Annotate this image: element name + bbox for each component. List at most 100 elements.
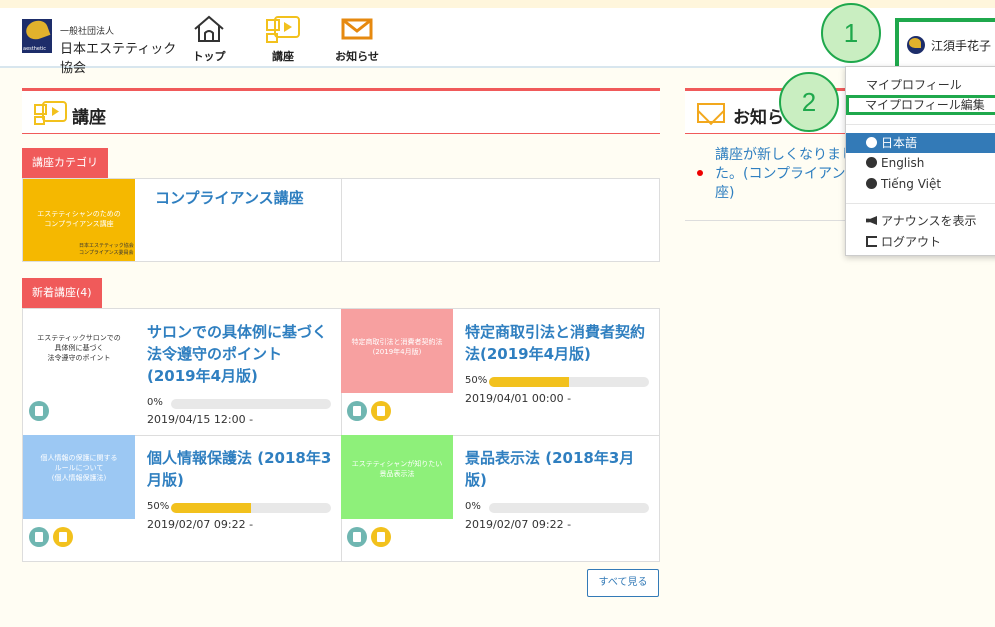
course-date: 2019/02/07 09:22 - xyxy=(465,518,572,531)
course-title-link[interactable]: 景品表示法 (2018年3月版) xyxy=(465,447,651,491)
progress-fill xyxy=(171,503,251,513)
course-thumbnail[interactable]: 個人情報の保護に関する ルールについて (個人情報保護法) xyxy=(23,435,135,519)
courses-panel: 講座 講座カテゴリ エステティシャンのための コンプライアンス講座 日本エステテ… xyxy=(22,88,660,608)
camera-icon xyxy=(347,401,367,421)
menu-item-edit-profile[interactable]: マイプロフィール編集 xyxy=(846,95,995,115)
home-icon xyxy=(194,15,224,42)
menu-item-lang-ja[interactable]: 日本語 xyxy=(846,133,995,153)
mail-icon xyxy=(341,18,373,40)
nav-news[interactable]: お知らせ xyxy=(327,14,387,68)
see-all-button[interactable]: すべて見る xyxy=(587,569,659,597)
progress-label: 0% xyxy=(465,501,481,512)
course-icon xyxy=(266,16,300,43)
nav-top-label: トップ xyxy=(192,50,226,63)
camera-icon xyxy=(29,527,49,547)
logo-subtitle: 一般社団法人 xyxy=(60,27,115,37)
progress-label: 50% xyxy=(147,501,170,512)
category-thumbnail[interactable]: エステティシャンのための コンプライアンス講座 日本エステティック協会 コンプラ… xyxy=(23,179,135,261)
callout-step-2: 2 xyxy=(779,72,839,132)
camera-icon xyxy=(29,401,49,421)
grid-divider xyxy=(341,179,342,261)
progress-fill xyxy=(489,377,569,387)
courses-header: 講座 xyxy=(22,88,660,134)
user-dropdown-menu: マイプロフィール マイプロフィール編集 日本語 English Tiếng Vi… xyxy=(845,66,995,256)
site-logo[interactable]: aesthetic 一般社団法人 日本エステティック協会 xyxy=(22,16,182,76)
progress-bar xyxy=(171,399,331,409)
menu-divider xyxy=(846,203,995,204)
menu-item-logout[interactable]: ログアウト xyxy=(846,232,995,252)
user-name: 江須手花子 xyxy=(931,39,992,53)
progress-bar xyxy=(489,503,649,513)
menu-item-label: Tiếng Việt xyxy=(881,177,942,191)
menu-item-label: English xyxy=(881,156,925,170)
courses-title: 講座 xyxy=(72,108,106,128)
category-thumb-line2: コンプライアンス講座 xyxy=(44,220,114,228)
category-tag: 講座カテゴリ xyxy=(22,148,108,178)
menu-item-label: マイプロフィール xyxy=(866,78,962,92)
nav-top[interactable]: トップ xyxy=(179,14,239,68)
document-icon xyxy=(53,527,73,547)
avatar xyxy=(907,36,925,54)
course-card: エステティシャンが知りたい 景品表示法 景品表示法 (2018年3月版) 0% … xyxy=(341,435,659,561)
thumb-line: 個人情報の保護に関する xyxy=(40,454,118,462)
callout-step-1: 1 xyxy=(821,3,881,63)
logo-mark-text: aesthetic xyxy=(23,46,47,52)
progress-label: 0% xyxy=(147,397,163,408)
news-divider xyxy=(685,220,845,221)
butterfly-logo-icon: aesthetic xyxy=(22,19,52,53)
progress-label: 50% xyxy=(465,375,488,386)
logout-icon xyxy=(866,236,877,247)
menu-item-lang-vi[interactable]: Tiếng Việt xyxy=(846,174,995,194)
course-title-link[interactable]: 個人情報保護法 (2018年3月版) xyxy=(147,447,333,491)
thumb-line: エステティックサロンでの xyxy=(37,334,121,342)
menu-item-label: アナウンスを表示 xyxy=(881,214,977,228)
menu-item-announcements[interactable]: アナウンスを表示 xyxy=(846,211,995,231)
globe-icon xyxy=(866,137,877,148)
thumb-line: 具体例に基づく xyxy=(54,344,104,352)
menu-item-lang-en[interactable]: English xyxy=(846,153,995,173)
thumb-line: 法令遵守のポイント xyxy=(47,354,111,362)
category-grid: エステティシャンのための コンプライアンス講座 日本エステティック協会 コンプラ… xyxy=(22,178,660,262)
nav-courses[interactable]: 講座 xyxy=(253,14,313,68)
mail-icon xyxy=(697,103,725,123)
course-title-link[interactable]: 特定商取引法と消費者契約法(2019年4月版) xyxy=(465,321,651,365)
nav-news-label: お知らせ xyxy=(335,50,379,63)
document-icon xyxy=(371,527,391,547)
thumb-line: (2019年4月版) xyxy=(372,348,422,356)
category-title-link[interactable]: コンプライアンス講座 xyxy=(155,187,304,208)
course-card: 個人情報の保護に関する ルールについて (個人情報保護法) 個人情報保護法 (2… xyxy=(23,435,341,561)
progress-row: 0% xyxy=(147,397,331,409)
course-thumbnail[interactable]: エステティシャンが知りたい 景品表示法 xyxy=(341,435,453,519)
menu-item-label: 日本語 xyxy=(881,136,918,150)
course-card: エステティックサロンでの 具体例に基づく 法令遵守のポイント サロンでの具体例に… xyxy=(23,309,341,435)
course-date: 2019/04/15 12:00 - xyxy=(147,413,254,426)
thumb-line: (個人情報保護法) xyxy=(51,474,107,482)
course-title-link[interactable]: サロンでの具体例に基づく法令遵守のポイント (2019年4月版) xyxy=(147,321,333,387)
menu-item-label: ログアウト xyxy=(881,235,942,249)
category-thumb-org1: 日本エステティック協会 xyxy=(79,243,134,249)
menu-item-label: マイプロフィール編集 xyxy=(865,98,985,112)
thumb-line: 特定商取引法と消費者契約法 xyxy=(351,338,443,346)
thumb-line: 景品表示法 xyxy=(379,470,415,478)
category-thumb-line1: エステティシャンのための xyxy=(37,210,121,218)
nav-courses-label: 講座 xyxy=(272,50,294,63)
course-icon xyxy=(34,101,67,125)
progress-bar xyxy=(489,377,649,387)
course-date: 2019/02/07 09:22 - xyxy=(147,518,254,531)
new-courses-grid: エステティックサロンでの 具体例に基づく 法令遵守のポイント サロンでの具体例に… xyxy=(22,308,660,562)
course-thumbnail[interactable]: エステティックサロンでの 具体例に基づく 法令遵守のポイント xyxy=(23,309,135,393)
new-courses-tag: 新着講座(4) xyxy=(22,278,102,308)
globe-icon xyxy=(866,178,877,189)
course-card: 特定商取引法と消費者契約法 (2019年4月版) 特定商取引法と消費者契約法(2… xyxy=(341,309,659,435)
progress-row: 50% xyxy=(147,501,331,513)
document-icon xyxy=(371,401,391,421)
course-thumbnail[interactable]: 特定商取引法と消費者契約法 (2019年4月版) xyxy=(341,309,453,393)
progress-row: 0% xyxy=(465,501,649,513)
menu-divider xyxy=(846,124,995,125)
globe-icon xyxy=(866,157,877,168)
category-thumb-org2: コンプライアンス委員会 xyxy=(79,250,134,256)
user-menu-toggle[interactable]: 江須手花子 xyxy=(895,18,995,70)
menu-item-my-profile[interactable]: マイプロフィール xyxy=(846,75,995,95)
camera-icon xyxy=(347,527,367,547)
course-date: 2019/04/01 00:00 - xyxy=(465,392,572,405)
